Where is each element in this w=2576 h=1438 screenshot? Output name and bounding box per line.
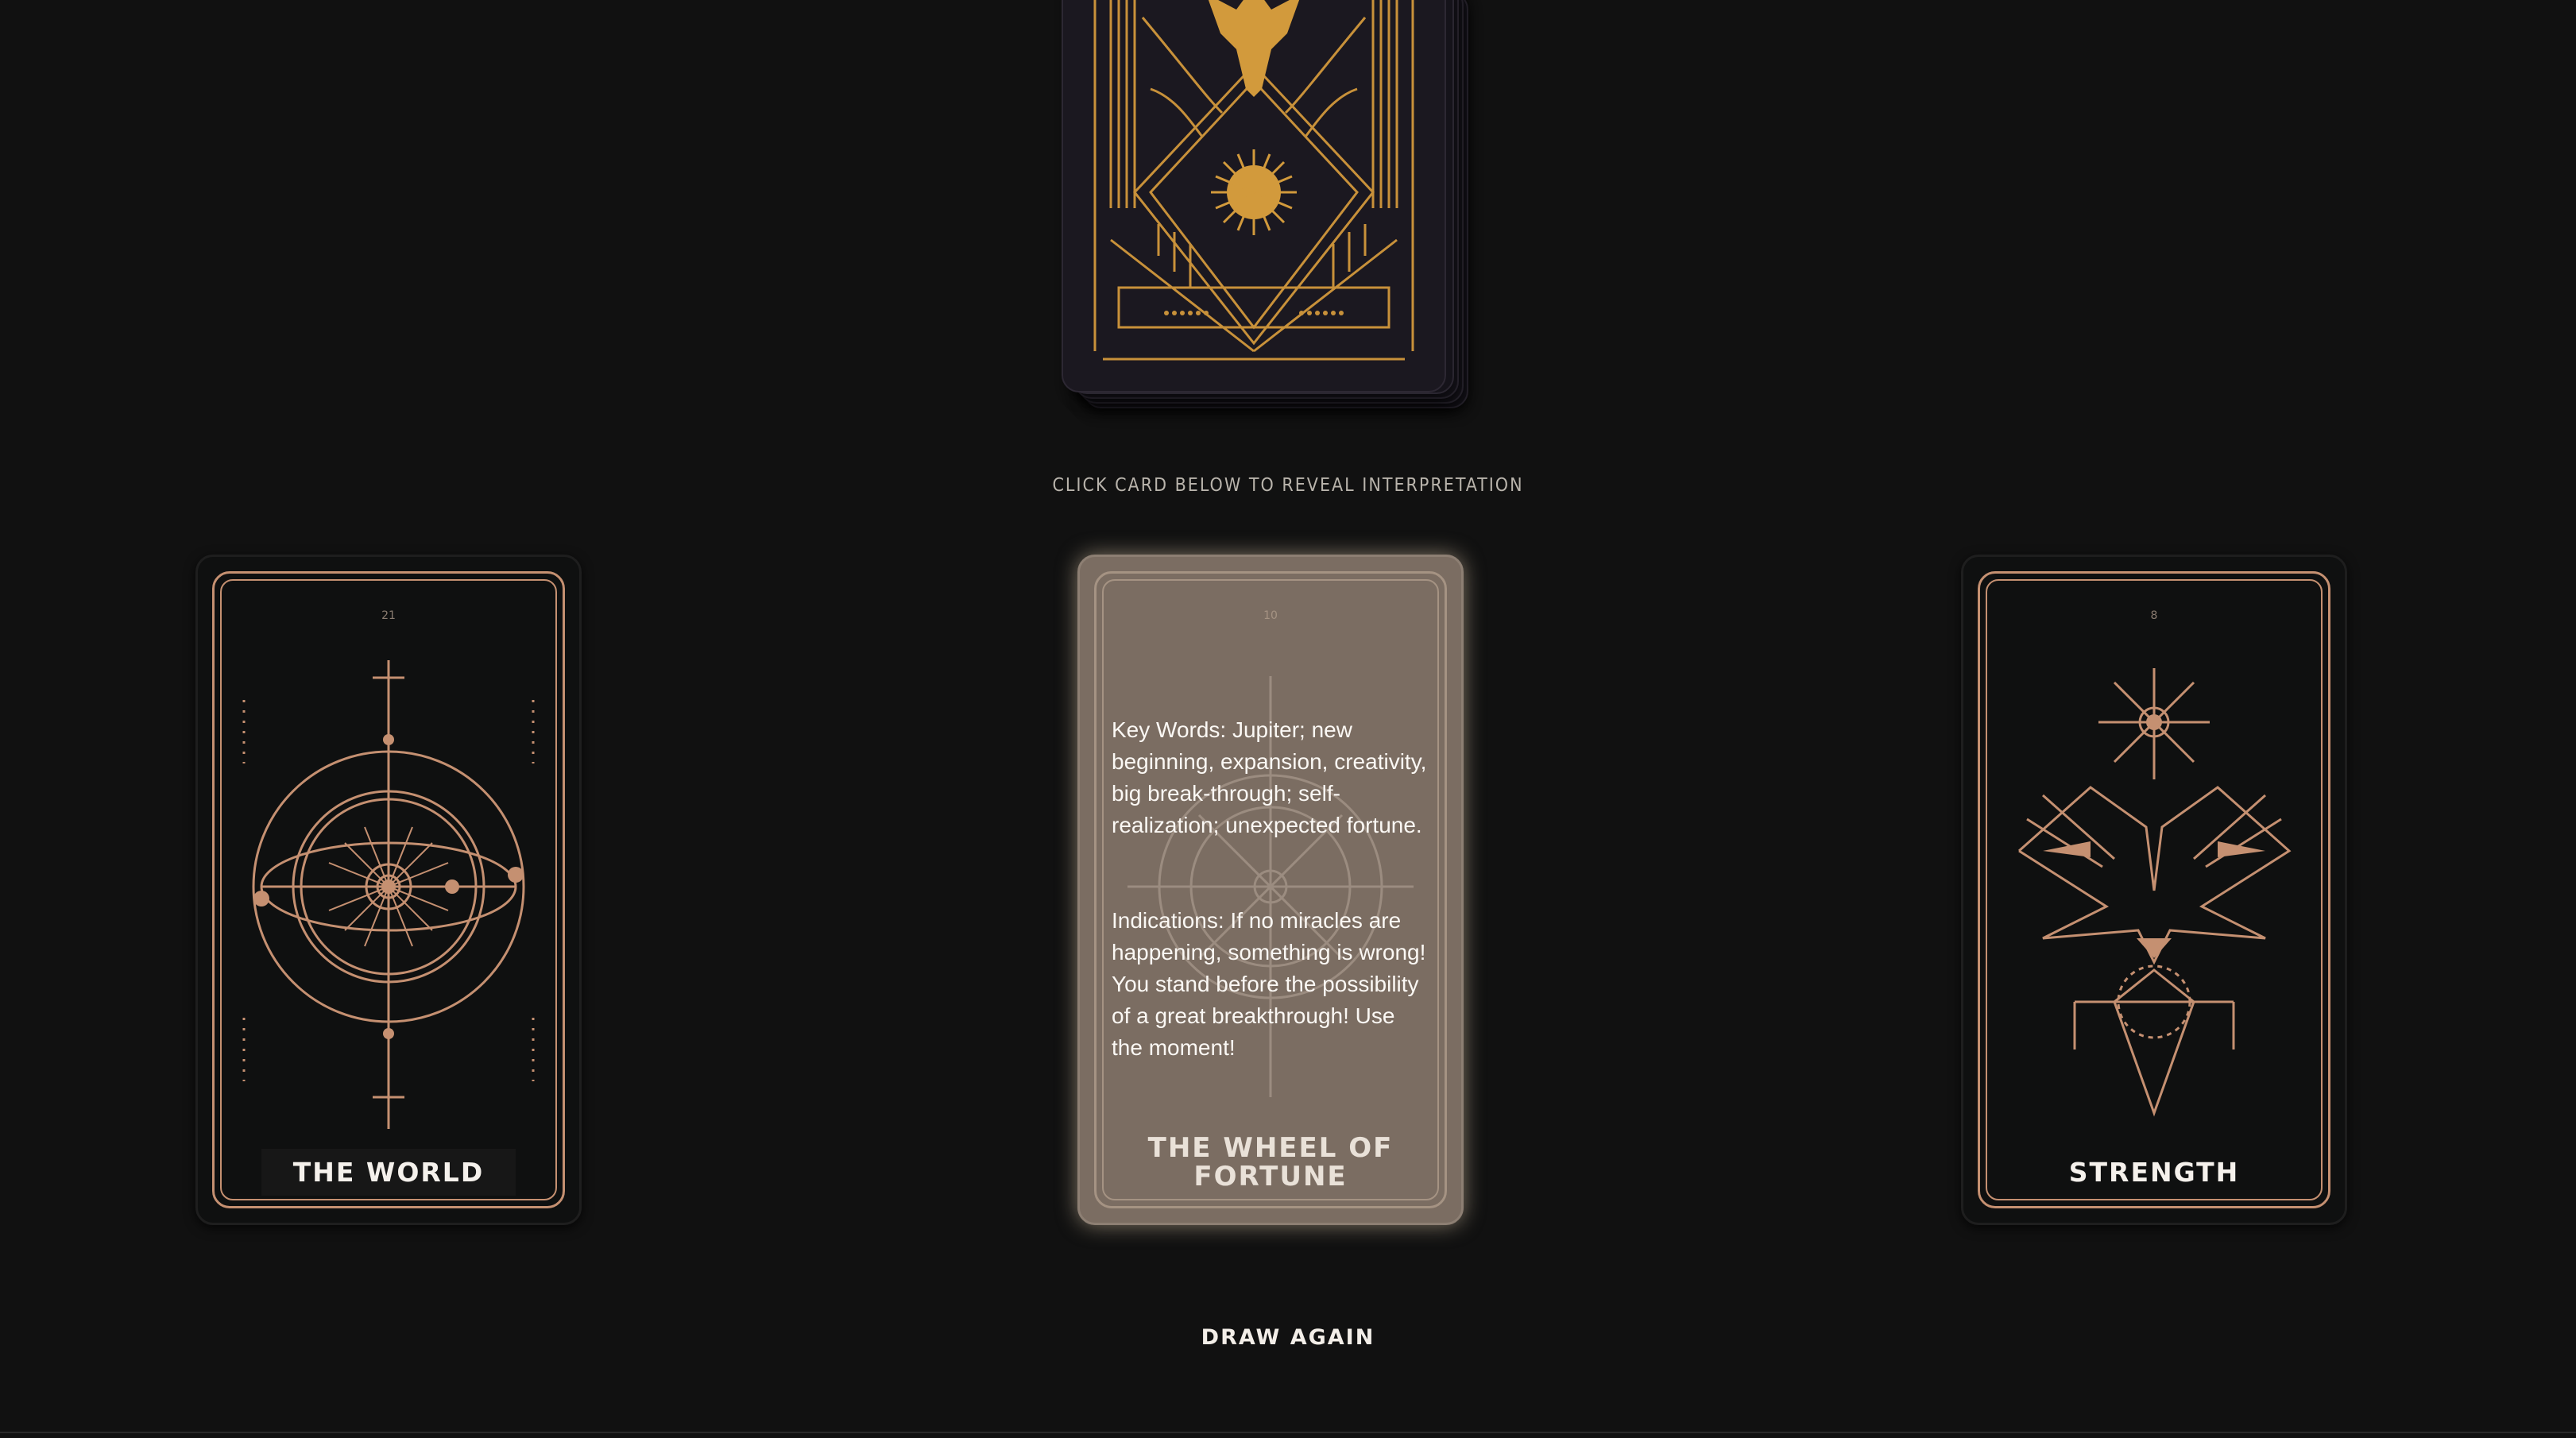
world-illustration-icon [242,660,535,1129]
tarot-deck[interactable] [1062,0,1475,429]
draw-again-button[interactable]: DRAW AGAIN [0,1325,2576,1350]
deck-top-card[interactable] [1062,0,1446,392]
interpretation-keywords: Key Words: Jupiter; new beginning, expan… [1112,717,1427,837]
strength-illustration-icon [2018,668,2292,1117]
card-interpretation: Key Words: Jupiter; new beginning, expan… [1112,714,1429,1127]
footer-divider [0,1432,2576,1433]
card-wheel-of-fortune[interactable]: 10 Key Words: Jupiter; new beginning, ex… [1077,555,1464,1225]
card-title-text: THE WORLD [261,1149,516,1196]
card-strength[interactable]: 8 STRENGTH [1961,555,2347,1225]
interpretation-indications: Indications: If no miracles are happenin… [1112,908,1426,1060]
card-title: STRENGTH [2068,1157,2240,1188]
reveal-instruction: CLICK CARD BELOW TO REVEAL INTERPRETATIO… [1052,475,1524,496]
card-title: THE WHEEL OF FORTUNE [1147,1132,1394,1193]
card-back-ornament-icon [1093,0,1414,361]
card-the-world[interactable]: 21 THE WORLD [195,555,582,1225]
card-title: THE WORLD [198,1149,579,1196]
